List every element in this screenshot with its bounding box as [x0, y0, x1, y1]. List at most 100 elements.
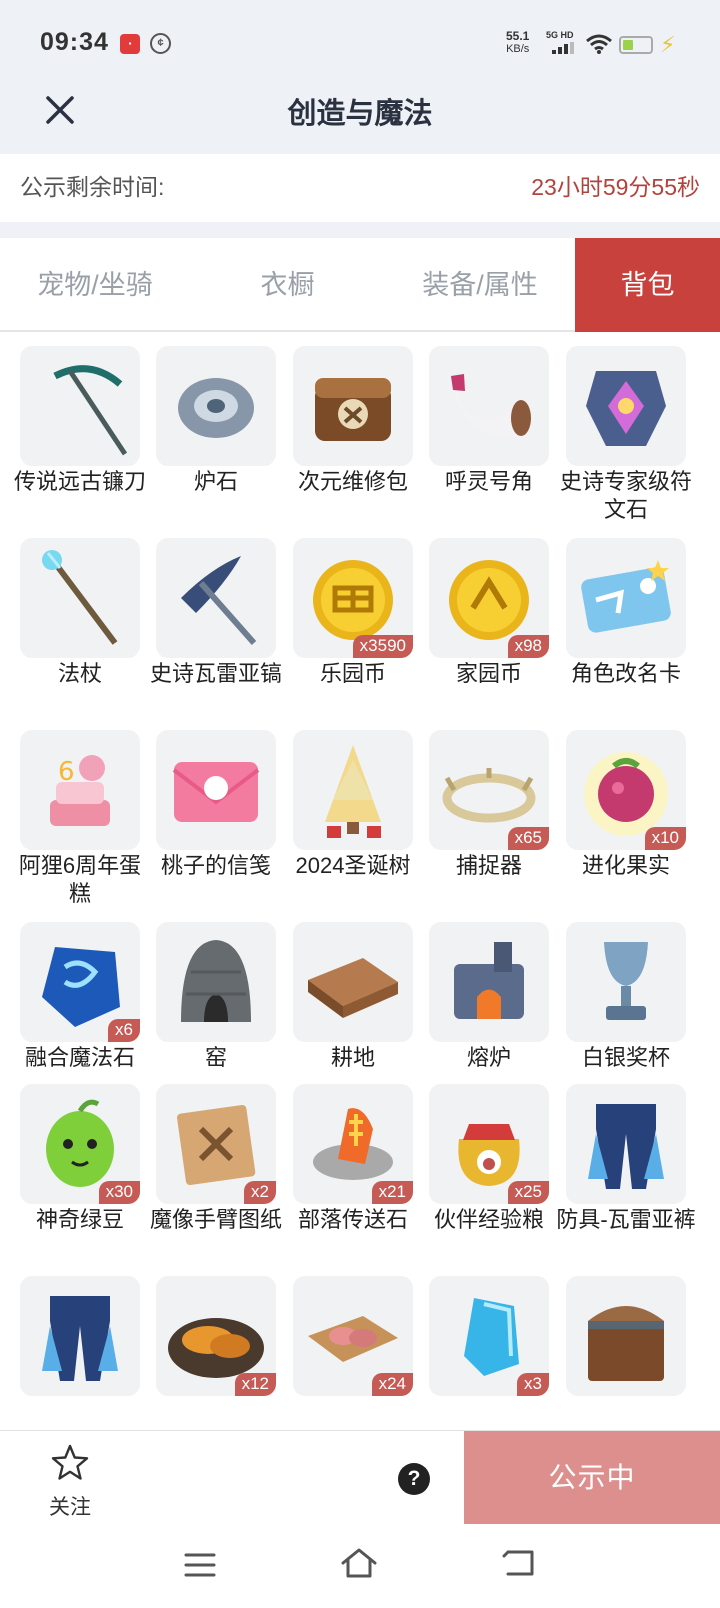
item-quantity-badge: x21: [371, 1181, 413, 1204]
follow-button[interactable]: 关注: [40, 1443, 100, 1519]
item-name: 伙伴经验粮: [433, 1207, 544, 1232]
menu-icon[interactable]: [184, 1552, 216, 1578]
item-name: 炉石: [193, 469, 238, 494]
item-tile: 6: [20, 730, 140, 850]
inventory-item[interactable]: [566, 1254, 702, 1430]
chest-icon: [588, 1306, 664, 1381]
tab-backpack[interactable]: 背包: [575, 238, 720, 332]
item-quantity-badge: x10: [644, 827, 686, 850]
horn-icon: [451, 374, 531, 438]
tab-bar: 宠物/坐骑 衣橱 装备/属性 背包: [0, 238, 720, 332]
follow-label: 关注: [49, 1496, 91, 1519]
item-tile: [20, 538, 140, 658]
item-name: 部落传送石: [297, 1207, 408, 1232]
armor-pants-icon: [588, 1104, 664, 1189]
item-name: 进化果实: [581, 853, 670, 878]
item-tile: x30: [20, 1084, 140, 1204]
tab-equipment[interactable]: 装备/属性: [385, 238, 575, 332]
item-tile: [293, 730, 413, 850]
tab-pets-mounts[interactable]: 宠物/坐骑: [0, 238, 190, 332]
item-quantity-badge: x65: [507, 827, 549, 850]
inventory-item[interactable]: x10 进化果实: [566, 708, 702, 898]
pickaxe-icon: [181, 556, 257, 645]
inventory-item[interactable]: x21 部落传送石: [293, 1062, 429, 1252]
item-name: 魔像手臂图纸: [149, 1207, 282, 1232]
item-quantity-badge: x12: [234, 1373, 276, 1396]
item-quantity-badge: x3: [517, 1373, 549, 1396]
staff-icon: [42, 550, 118, 645]
item-tile: [429, 346, 549, 466]
item-name: 家园币: [455, 661, 522, 686]
item-name: 捕捉器: [455, 853, 522, 878]
item-quantity-badge: x24: [371, 1373, 413, 1396]
notification-badge-icon: ¢: [150, 33, 171, 54]
inventory-item[interactable]: x12: [156, 1254, 292, 1430]
item-tile: [20, 1276, 140, 1396]
scythe-icon: [53, 365, 128, 456]
item-name: 法杖: [57, 661, 102, 686]
home-icon[interactable]: [340, 1546, 378, 1580]
item-tile: [566, 538, 686, 658]
inventory-item[interactable]: 6 阿狸6周年蛋糕: [19, 708, 156, 906]
item-tile: x24: [293, 1276, 413, 1396]
item-tile: x12: [156, 1276, 276, 1396]
cake-icon: 6: [50, 755, 110, 826]
system-nav-bar: [0, 1524, 720, 1608]
help-icon[interactable]: ?: [398, 1463, 430, 1495]
inventory-item[interactable]: 桃子的信笺: [156, 708, 292, 898]
inventory-item[interactable]: 法杖: [20, 516, 156, 706]
item-quantity-badge: x6: [108, 1019, 140, 1042]
item-name: 呼灵号角: [444, 469, 533, 494]
item-tile: [293, 922, 413, 1042]
inventory-item[interactable]: 炉石: [156, 332, 292, 514]
inventory-item[interactable]: x24: [293, 1254, 429, 1430]
wifi-icon: [586, 34, 612, 54]
item-tile: x25: [429, 1084, 549, 1204]
item-tile: [566, 1084, 686, 1204]
charging-icon: ⚡: [660, 32, 676, 57]
tab-wardrobe[interactable]: 衣橱: [190, 238, 385, 332]
item-grid: 传说远古镰刀 炉石 次元维修包 呼灵号角 史诗专家级符文石法杖 史诗瓦雷亚镐 x3590 乐园…: [0, 332, 720, 1430]
item-name: 传说远古镰刀: [13, 469, 146, 494]
item-quantity-badge: x98: [507, 635, 549, 658]
bottom-bar: 关注 ? 公示中: [0, 1430, 720, 1525]
item-tile: [429, 922, 549, 1042]
notification-app-icon: ▪: [120, 34, 140, 54]
inventory-item[interactable]: [20, 1254, 156, 1430]
item-tile: x98: [429, 538, 549, 658]
public-status-button[interactable]: 公示中: [464, 1431, 720, 1525]
item-tile: [566, 922, 686, 1042]
inventory-item[interactable]: x65 捕捉器: [429, 708, 565, 898]
inventory-item[interactable]: 传说远古镰刀: [14, 332, 156, 514]
inventory-item[interactable]: x3: [429, 1254, 565, 1430]
inventory-item[interactable]: 史诗专家级符文石: [560, 332, 702, 522]
item-tile: [566, 1276, 686, 1396]
item-tile: [293, 346, 413, 466]
item-quantity-badge: x25: [507, 1181, 549, 1204]
inventory-item[interactable]: x30 神奇绿豆: [20, 1062, 156, 1252]
inventory-item[interactable]: 2024圣诞树: [293, 708, 429, 898]
inventory-item[interactable]: 角色改名卡: [566, 516, 702, 706]
armor-pants-icon: [42, 1296, 118, 1381]
inventory-item[interactable]: x25 伙伴经验粮: [429, 1062, 565, 1252]
item-tile: x21: [293, 1084, 413, 1204]
item-quantity-badge: x30: [98, 1181, 140, 1204]
inventory-item[interactable]: 史诗瓦雷亚镐: [150, 516, 292, 706]
silver-trophy-icon: [604, 942, 648, 1020]
inventory-item[interactable]: x98 家园币: [429, 516, 565, 706]
inventory-item[interactable]: x2 魔像手臂图纸: [150, 1062, 292, 1252]
item-name: 神奇绿豆: [35, 1207, 124, 1232]
item-tile: [156, 922, 276, 1042]
inventory-item[interactable]: x3590 乐园币: [293, 516, 429, 706]
status-bar: 09:34 ▪ ¢ 55.1 KB/s 5G HD ⚡: [0, 0, 720, 84]
network-type: 5G HD: [546, 30, 574, 40]
back-icon[interactable]: [502, 1548, 536, 1578]
hearthstone-icon: [178, 378, 254, 438]
item-name: 史诗瓦雷亚镐: [149, 661, 282, 686]
inventory-item[interactable]: 次元维修包: [293, 332, 429, 514]
inventory-item[interactable]: 呼灵号角: [429, 332, 565, 514]
inventory-item[interactable]: 防具-瓦雷亚裤: [556, 1062, 702, 1252]
item-name: 2024圣诞树: [295, 853, 411, 878]
item-name: 乐园币: [319, 661, 386, 686]
kiln-icon: [181, 940, 251, 1022]
